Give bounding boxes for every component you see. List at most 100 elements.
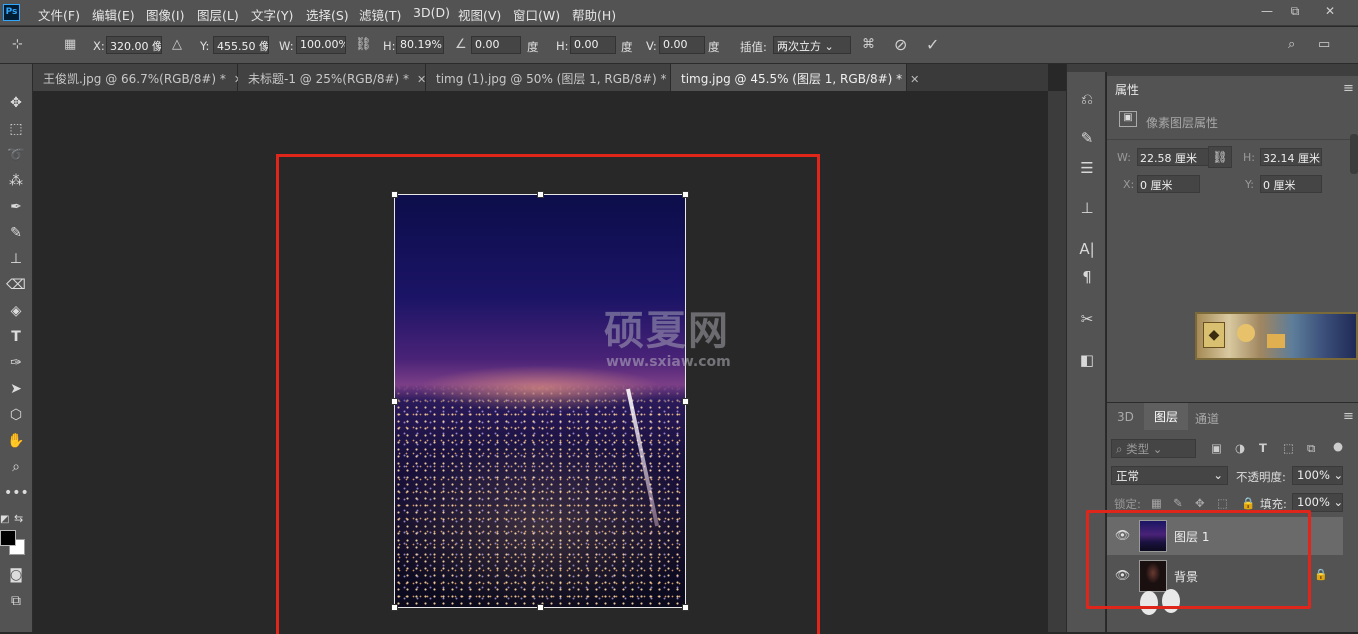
link-icon[interactable]: ⛓ [355, 37, 372, 52]
close-tab-icon[interactable]: ✕ [417, 73, 426, 86]
tab-document-1[interactable]: 王俊凯.jpg @ 66.7%(RGB/8#) *✕ [33, 64, 243, 91]
stamp-tool-icon[interactable]: ⊥ [4, 248, 28, 270]
menu-filter[interactable]: 滤镜(T) [359, 5, 401, 24]
tool-presets-icon[interactable]: ✂ [1075, 308, 1099, 330]
filter-shape-icon[interactable]: ⬚ [1283, 441, 1294, 455]
vertical-scrollbar[interactable] [1048, 91, 1066, 632]
filter-toggle-icon[interactable]: ● [1333, 439, 1343, 453]
filter-pixel-icon[interactable]: ▣ [1211, 441, 1222, 455]
close-icon[interactable]: ✕ [1318, 2, 1342, 20]
tab-document-3[interactable]: timg (1).jpg @ 50% (图层 1, RGB/8#) *✕ [426, 64, 684, 91]
menu-type[interactable]: 文字(Y) [251, 5, 293, 24]
prop-x-input[interactable]: 0 厘米 [1137, 175, 1200, 193]
transform-tool-icon[interactable]: ⊹ [12, 37, 23, 52]
delta-icon[interactable]: △ [172, 37, 182, 52]
x-input[interactable]: 320.00 像素 [106, 36, 162, 54]
zoom-tool-icon[interactable]: ⌕ [4, 456, 28, 478]
history-icon[interactable]: ⎌ [1075, 88, 1099, 110]
hand-tool-icon[interactable]: ✋ [4, 430, 28, 452]
handle-top-right[interactable] [682, 191, 689, 198]
layer-filter-select[interactable]: ⌕ 类型 ⌄ [1111, 439, 1196, 458]
handle-bottom-left[interactable] [391, 604, 398, 611]
menu-3d[interactable]: 3D(D) [413, 5, 450, 20]
hskew-input[interactable]: 0.00 [570, 36, 616, 54]
interpolation-select[interactable]: 两次立方 ⌄ [773, 36, 851, 54]
prop-y-input[interactable]: 0 厘米 [1260, 175, 1322, 193]
lasso-tool-icon[interactable]: ➰ [4, 144, 28, 166]
menu-select[interactable]: 选择(S) [306, 5, 349, 24]
pen-tool-icon[interactable]: ✑ [4, 352, 28, 374]
filter-adjustment-icon[interactable]: ◑ [1235, 441, 1245, 455]
menu-image[interactable]: 图像(I) [146, 5, 184, 24]
search-icon[interactable]: ⌕ [1288, 37, 1295, 52]
layers-menu-icon[interactable]: ≡ [1343, 409, 1354, 424]
marquee-tool-icon[interactable]: ⬚ [4, 118, 28, 140]
commit-transform-icon[interactable]: ✓ [926, 35, 939, 54]
width-input[interactable]: 100.00% [296, 36, 346, 54]
menu-view[interactable]: 视图(V) [458, 5, 501, 24]
warp-icon[interactable]: ⌘ [862, 37, 875, 52]
menu-window[interactable]: 窗口(W) [513, 5, 560, 24]
menu-help[interactable]: 帮助(H) [572, 5, 616, 24]
prop-width-input[interactable]: 22.58 厘米 [1137, 148, 1214, 166]
handle-top-center[interactable] [537, 191, 544, 198]
panel-scrollbar[interactable] [1350, 134, 1358, 174]
shape-tool-icon[interactable]: ⬡ [4, 404, 28, 426]
opacity-input[interactable]: 100% ⌄ [1292, 466, 1343, 485]
paint-bucket-tool-icon[interactable]: ◈ [4, 300, 28, 322]
tab-3d[interactable]: 3D [1109, 406, 1142, 428]
filter-type-icon[interactable]: T [1259, 441, 1267, 455]
workspace-icon[interactable]: ▭ [1318, 37, 1330, 52]
tab-layers[interactable]: 图层 [1144, 403, 1189, 430]
brush-settings-icon[interactable]: ✎ [1075, 127, 1099, 149]
tab-properties[interactable]: 属性 [1107, 77, 1148, 104]
tab-document-2[interactable]: 未标题-1 @ 25%(RGB/8#) * ✕ [238, 64, 426, 91]
paragraph-icon[interactable]: ¶ [1075, 266, 1099, 288]
lock-artboard-icon[interactable]: ⬚ [1217, 496, 1228, 510]
screen-mode-icon[interactable]: ⧉ [4, 590, 28, 612]
more-tools-icon[interactable]: ••• [4, 482, 29, 504]
handle-bottom-right[interactable] [682, 604, 689, 611]
magic-wand-tool-icon[interactable]: ⁂ [4, 170, 28, 192]
character-icon[interactable]: A| [1075, 238, 1099, 260]
handle-bottom-center[interactable] [537, 604, 544, 611]
eraser-tool-icon[interactable]: ⌫ [4, 274, 28, 296]
y-input[interactable]: 455.50 像素 [213, 36, 269, 54]
angle-input[interactable]: 0.00 [471, 36, 521, 54]
height-input[interactable]: 80.19% [396, 36, 444, 54]
quick-mask-icon[interactable]: ◙ [4, 564, 28, 586]
handle-middle-right[interactable] [682, 398, 689, 405]
path-select-tool-icon[interactable]: ➤ [4, 378, 28, 400]
lock-transparency-icon[interactable]: ▦ [1151, 496, 1162, 510]
transform-bounding-box[interactable] [391, 191, 689, 611]
type-tool-icon[interactable]: T [4, 326, 28, 348]
swap-colors-icon[interactable]: ⇆ [14, 512, 23, 525]
eyedropper-tool-icon[interactable]: ✒ [4, 196, 28, 218]
prop-height-input[interactable]: 32.14 厘米 [1260, 148, 1322, 166]
menu-file[interactable]: 文件(F) [38, 5, 80, 24]
restore-icon[interactable]: ⧉ [1283, 2, 1307, 20]
lock-pixels-icon[interactable]: ✎ [1173, 496, 1183, 510]
link-dimensions-icon[interactable]: ⛓ [1208, 146, 1232, 168]
vskew-input[interactable]: 0.00 [659, 36, 705, 54]
close-tab-icon[interactable]: ✕ [910, 73, 919, 86]
menu-layer[interactable]: 图层(L) [197, 5, 239, 24]
brush-tool-icon[interactable]: ✎ [4, 222, 28, 244]
panel-menu-icon[interactable]: ≡ [1343, 81, 1354, 96]
tab-channels[interactable]: 通道 [1187, 406, 1227, 431]
foreground-color-swatch[interactable] [0, 530, 16, 546]
adjustments-icon[interactable]: ☰ [1075, 157, 1099, 179]
handle-top-left[interactable] [391, 191, 398, 198]
cancel-transform-icon[interactable]: ⊘ [894, 35, 907, 54]
menu-edit[interactable]: 编辑(E) [92, 5, 135, 24]
clone-source-icon[interactable]: ⊥ [1075, 197, 1099, 219]
move-tool-icon[interactable]: ✥ [4, 92, 28, 114]
handle-middle-left[interactable] [391, 398, 398, 405]
filter-smart-object-icon[interactable]: ⧉ [1307, 441, 1315, 456]
default-colors-icon[interactable]: ◩ [0, 514, 9, 525]
blend-mode-select[interactable]: 正常 ⌄ [1111, 466, 1228, 485]
tab-document-4-active[interactable]: timg.jpg @ 45.5% (图层 1, RGB/8#) * ✕ [671, 64, 919, 91]
lock-all-icon[interactable]: 🔒 [1241, 496, 1255, 510]
lock-position-icon[interactable]: ✥ [1195, 496, 1205, 510]
properties-icon[interactable]: ◧ [1075, 349, 1099, 371]
